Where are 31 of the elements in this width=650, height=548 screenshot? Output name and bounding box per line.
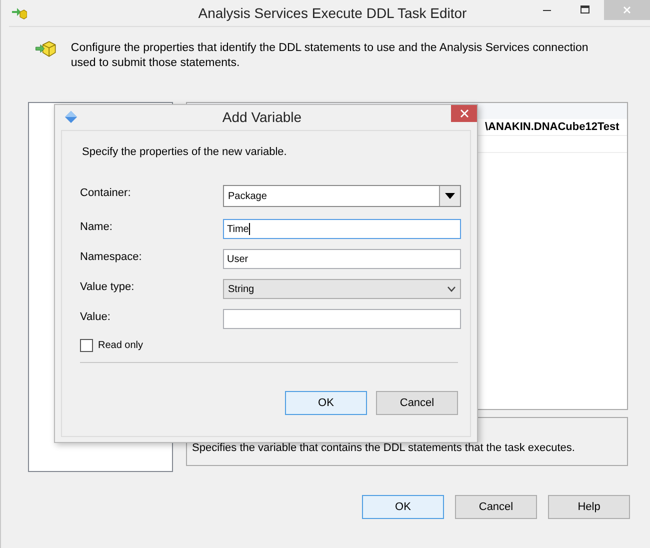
window-title: Analysis Services Execute DDL Task Editor — [197, 5, 468, 21]
close-button[interactable] — [451, 105, 477, 122]
container-combo[interactable]: Package — [223, 185, 461, 207]
field-label: Value type: — [80, 280, 136, 293]
input-field[interactable]: Time — [223, 219, 461, 239]
chevron-down-icon — [447, 286, 456, 292]
value-type-dropdown[interactable]: String — [223, 279, 461, 299]
dialog-button[interactable]: Help — [548, 495, 630, 519]
read-only-checkbox[interactable] — [80, 339, 93, 352]
close-icon — [622, 5, 632, 15]
property-value: \ANAKIN.DNACube12Test — [485, 121, 620, 133]
field-label: Container: — [80, 186, 132, 199]
field-label: Name: — [80, 220, 114, 233]
description-text: Configure the properties that identify the DDL statements to use and the Analysis Services connection used to submit those statements. — [70, 41, 590, 71]
dropdown-arrow-icon — [445, 193, 455, 199]
field-label: Namespace: — [80, 250, 143, 263]
dialog-title: Add Variable — [221, 109, 303, 125]
dialog-button[interactable]: OK — [285, 391, 367, 415]
checkbox-label: Read only — [98, 340, 144, 351]
input-field[interactable]: User — [223, 249, 461, 269]
field-label: Value: — [80, 310, 112, 323]
diamond-icon — [65, 111, 77, 123]
maximize-icon — [580, 5, 590, 15]
close-icon — [460, 109, 468, 118]
dialog-button[interactable]: Cancel — [376, 391, 458, 415]
dialog-button[interactable]: OK — [362, 495, 444, 519]
intro-text: Specify the properties of the new variable. — [82, 146, 288, 158]
description-text: Specifies the variable that contains the DDL statements that the task executes. — [192, 442, 575, 454]
dialog-button[interactable]: Cancel — [455, 495, 537, 519]
app-icon — [11, 6, 27, 20]
input-field[interactable] — [223, 309, 461, 329]
